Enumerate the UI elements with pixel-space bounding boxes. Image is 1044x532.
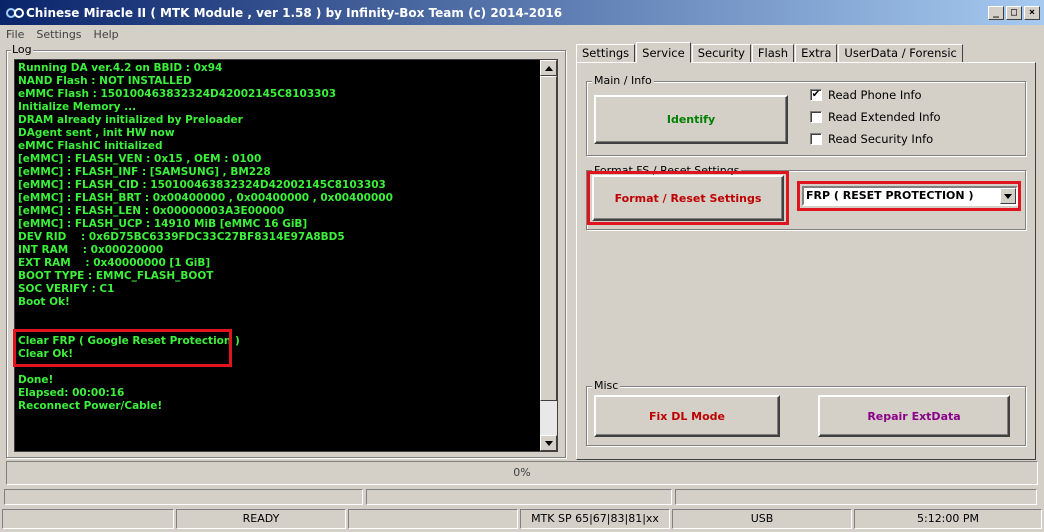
tab-settings[interactable]: Settings	[576, 44, 636, 63]
log-line: Done!	[18, 374, 54, 386]
log-line: DRAM already initialized by Preloader	[18, 114, 243, 126]
info-panel	[4, 489, 363, 505]
info-panel	[366, 489, 672, 505]
log-line: eMMC Flash : 150100463832324D42002145C81…	[18, 88, 337, 100]
progress-label: 0%	[513, 466, 531, 479]
title-bar[interactable]: Chinese Miracle II ( MTK Module , ver 1.…	[0, 0, 1044, 25]
tab-security[interactable]: Security	[691, 44, 751, 63]
tab-bar: Settings Service Security Flash Extra UserDat…	[576, 42, 964, 63]
log-line: DEV RID : 0x6D75BC6339FDC33C27BF8314E97A…	[18, 231, 345, 243]
log-line: INT RAM : 0x00020000	[18, 244, 164, 256]
log-line: Boot Ok!	[18, 296, 70, 308]
checkbox-box[interactable]	[810, 111, 822, 123]
select-highlight	[797, 181, 1021, 211]
info-panel	[675, 489, 1037, 505]
log-line: [eMMC] : FLASH_UCP : 14910 MiB [eMMC 16 …	[18, 218, 308, 230]
fix-dl-mode-button[interactable]: Fix DL Mode	[594, 395, 780, 437]
status-interface: USB	[672, 509, 852, 529]
format-button-highlight	[587, 171, 789, 225]
status-cell-empty	[348, 509, 518, 529]
log-line: Initialize Memory ...	[18, 101, 137, 113]
status-time: 5:12:00 PM	[854, 509, 1042, 529]
menu-settings[interactable]: Settings	[36, 28, 81, 41]
window-controls: _ □ ×	[988, 6, 1040, 20]
checkbox-box[interactable]: ✔	[810, 89, 822, 101]
main-info-title: Main / Info	[592, 74, 654, 88]
log-line: eMMC FlashIC initialized	[18, 140, 163, 152]
status-bar: READY MTK SP 65|67|83|81|xx USB 5:12:00 …	[2, 509, 1042, 529]
log-line: DAgent sent , init HW now	[18, 127, 175, 139]
app-logo-icon	[6, 6, 24, 20]
tab-service[interactable]: Service	[636, 42, 691, 63]
close-button[interactable]: ×	[1024, 6, 1040, 20]
status-ready: READY	[176, 509, 346, 529]
minimize-button[interactable]: _	[988, 6, 1004, 20]
status-platform: MTK SP 65|67|83|81|xx	[520, 509, 670, 529]
log-line: Running DA ver.4.2 on BBID : 0x94	[18, 62, 223, 74]
checkmark-icon: ✔	[811, 89, 821, 100]
menu-bar: File Settings Help	[0, 25, 1044, 43]
repair-extdata-button[interactable]: Repair ExtData	[818, 395, 1010, 437]
read-extended-info-checkbox[interactable]: Read Extended Info	[810, 110, 941, 124]
checkbox-label: Read Phone Info	[828, 88, 922, 102]
log-scrollbar[interactable]	[540, 60, 557, 451]
tab-userdata-forensic[interactable]: UserData / Forensic	[838, 44, 963, 63]
log-line: EXT RAM : 0x40000000 [1 GiB]	[18, 257, 211, 269]
frp-log-highlight	[13, 329, 232, 367]
scroll-thumb[interactable]	[540, 76, 557, 401]
log-line: NAND Flash : NOT INSTALLED	[18, 75, 192, 87]
log-line: SOC VERIFY : C1	[18, 283, 115, 295]
scroll-up-button[interactable]	[540, 60, 557, 76]
log-line: BOOT TYPE : EMMC_FLASH_BOOT	[18, 270, 214, 282]
arrow-down-icon	[544, 440, 553, 446]
log-line: [eMMC] : FLASH_LEN : 0x00000003A3E00000	[18, 205, 285, 217]
menu-help[interactable]: Help	[94, 28, 119, 41]
misc-group-title: Misc	[592, 379, 621, 393]
checkbox-label: Read Extended Info	[828, 110, 941, 124]
status-cell-empty	[2, 509, 174, 529]
log-line: [eMMC] : FLASH_BRT : 0x00400000 , 0x0040…	[18, 192, 393, 204]
log-line: [eMMC] : FLASH_INF : [SAMSUNG] , BM228	[18, 166, 271, 178]
log-line: [eMMC] : FLASH_VEN : 0x15 , OEM : 0100	[18, 153, 262, 165]
window-title: Chinese Miracle II ( MTK Module , ver 1.…	[26, 5, 563, 20]
scroll-down-button[interactable]	[540, 435, 557, 451]
tab-extra[interactable]: Extra	[795, 44, 838, 63]
log-line: [eMMC] : FLASH_CID : 150100463832324D420…	[18, 179, 386, 191]
read-security-info-checkbox[interactable]: Read Security Info	[810, 132, 933, 146]
identify-button[interactable]: Identify	[594, 95, 788, 144]
menu-file[interactable]: File	[6, 28, 24, 41]
log-line: Elapsed: 00:00:16	[18, 387, 125, 399]
checkbox-label: Read Security Info	[828, 132, 934, 146]
log-output[interactable]: Running DA ver.4.2 on BBID : 0x94 NAND Fl…	[14, 59, 558, 452]
log-line: Reconnect Power/Cable!	[18, 400, 163, 412]
tab-flash[interactable]: Flash	[751, 44, 795, 63]
arrow-up-icon	[544, 65, 553, 71]
progress-bar: 0%	[6, 461, 1038, 485]
read-phone-info-checkbox[interactable]: ✔ Read Phone Info	[810, 88, 922, 102]
checkbox-box[interactable]	[810, 133, 822, 145]
info-panel-row	[4, 489, 1040, 505]
log-group-title: Log	[11, 43, 33, 57]
maximize-button[interactable]: □	[1006, 6, 1022, 20]
